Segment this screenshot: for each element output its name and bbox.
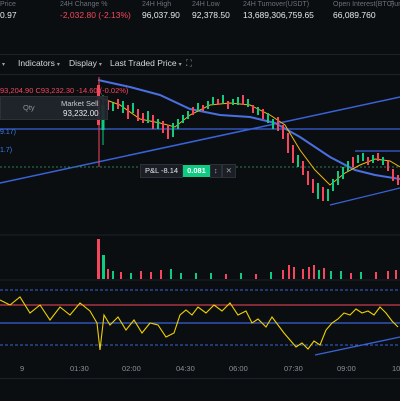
indicator-tag: 1.7) [0,147,13,154]
price-label: Price [0,1,16,8]
time-tick: 02:00 [122,364,141,373]
chart-toolbar: ▾ Indicators ▾ Display ▾ Last Traded Price… [0,56,400,74]
indicators-button[interactable]: Indicators ▾ [18,58,60,68]
high-value: 96,037.90 [142,10,180,20]
market-sell-price: 93,232.00 [63,109,99,118]
time-tick: 01:30 [70,364,89,373]
change-label: 24H Change % [60,1,108,8]
chevron-down-icon: ▾ [56,62,60,68]
time-tick: 07:30 [284,364,303,373]
low-value: 92,378.50 [192,10,230,20]
time-tick: 06:00 [229,364,248,373]
last-traded-label: Last Traded Price [110,58,177,68]
rsi-trend-line[interactable] [314,336,400,356]
ticker-stats-bar: Price 0.97 24H Change % -2,032.80 (-2.13… [0,0,400,22]
ohlc-readout: 93,204.90 C93,232.30 -14.60 (-0.02%) [0,86,129,95]
time-tick: 09:00 [337,364,356,373]
change-value: -2,032.80 (-2.13%) [60,10,131,20]
close-icon[interactable]: ✕ [221,163,236,178]
candlesticks [97,77,399,201]
oi-label: Open Interest(BTC) [333,1,395,8]
position-size: 0.081 [183,164,210,177]
turnover-label: 24H Turnover(USDT) [243,1,310,8]
time-tick: 10 [392,364,400,373]
divider [0,54,400,55]
chevron-down-icon: ▾ [98,62,102,68]
time-axis: 9 01:30 02:00 04:30 06:00 07:30 09:00 10 [0,362,400,376]
turnover-value: 13,689,306,759.65 [243,10,314,20]
volume-bars [97,239,397,279]
bottom-bar [0,378,400,401]
time-tick: 04:30 [176,364,195,373]
indicators-label: Indicators [18,58,55,68]
channel-line[interactable] [329,187,400,206]
display-button[interactable]: Display ▾ [69,58,102,68]
funding-label: Fun [390,1,400,8]
price-value: 0.97 [0,10,17,20]
toolbar-caret[interactable]: ▾ [0,58,5,68]
chevron-down-icon: ▾ [178,62,182,68]
reverse-icon[interactable]: ↕ [209,163,222,178]
time-tick: 9 [20,364,25,373]
last-traded-price-button[interactable]: Last Traded Price ▾ [110,58,182,68]
market-sell-panel[interactable]: Qty Market Sell 93,232.00 [0,96,108,120]
chevron-down-icon: ▾ [2,62,6,68]
position-pnl-tag[interactable]: P&L -8.14 0.081 ↕ ✕ [140,163,236,178]
pnl-label: P&L -8.14 [140,163,184,178]
oi-value: 66,089.760 [333,10,376,20]
qty-label: Qty [23,103,35,112]
low-label: 24H Low [192,1,220,8]
indicator-tag: 9.17) [0,129,16,136]
high-label: 24H High [142,1,172,8]
market-sell-label: Market Sell [61,99,99,108]
expand-icon[interactable]: ⛶ [186,58,192,69]
display-label: Display [69,58,97,68]
